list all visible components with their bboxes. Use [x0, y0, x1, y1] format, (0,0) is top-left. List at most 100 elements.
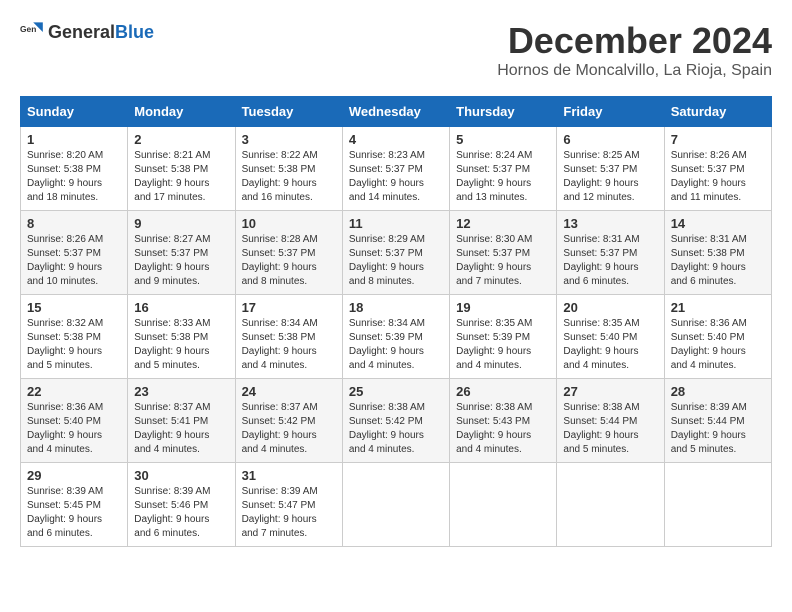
calendar-row: 29 Sunrise: 8:39 AM Sunset: 5:45 PM Dayl…	[21, 463, 772, 547]
day-info: Sunrise: 8:35 AM Sunset: 5:40 PM Dayligh…	[563, 317, 657, 373]
day-number: 31	[242, 468, 336, 483]
day-info: Sunrise: 8:34 AM Sunset: 5:38 PM Dayligh…	[242, 317, 336, 373]
day-number: 12	[456, 216, 550, 231]
day-info: Sunrise: 8:39 AM Sunset: 5:45 PM Dayligh…	[27, 485, 121, 541]
day-info: Sunrise: 8:26 AM Sunset: 5:37 PM Dayligh…	[27, 233, 121, 289]
header-wednesday: Wednesday	[342, 97, 449, 127]
day-info: Sunrise: 8:30 AM Sunset: 5:37 PM Dayligh…	[456, 233, 550, 289]
day-info: Sunrise: 8:39 AM Sunset: 5:44 PM Dayligh…	[671, 401, 765, 457]
calendar-row: 15 Sunrise: 8:32 AM Sunset: 5:38 PM Dayl…	[21, 295, 772, 379]
table-row: 23 Sunrise: 8:37 AM Sunset: 5:41 PM Dayl…	[128, 379, 235, 463]
table-row: 1 Sunrise: 8:20 AM Sunset: 5:38 PM Dayli…	[21, 127, 128, 211]
day-info: Sunrise: 8:35 AM Sunset: 5:39 PM Dayligh…	[456, 317, 550, 373]
table-row: 18 Sunrise: 8:34 AM Sunset: 5:39 PM Dayl…	[342, 295, 449, 379]
day-number: 18	[349, 300, 443, 315]
day-info: Sunrise: 8:31 AM Sunset: 5:37 PM Dayligh…	[563, 233, 657, 289]
calendar-row: 1 Sunrise: 8:20 AM Sunset: 5:38 PM Dayli…	[21, 127, 772, 211]
table-row: 6 Sunrise: 8:25 AM Sunset: 5:37 PM Dayli…	[557, 127, 664, 211]
day-info: Sunrise: 8:24 AM Sunset: 5:37 PM Dayligh…	[456, 149, 550, 205]
table-row: 14 Sunrise: 8:31 AM Sunset: 5:38 PM Dayl…	[664, 211, 771, 295]
day-number: 6	[563, 132, 657, 147]
table-row: 20 Sunrise: 8:35 AM Sunset: 5:40 PM Dayl…	[557, 295, 664, 379]
header-friday: Friday	[557, 97, 664, 127]
day-info: Sunrise: 8:22 AM Sunset: 5:38 PM Dayligh…	[242, 149, 336, 205]
day-info: Sunrise: 8:20 AM Sunset: 5:38 PM Dayligh…	[27, 149, 121, 205]
table-row	[557, 463, 664, 547]
table-row: 30 Sunrise: 8:39 AM Sunset: 5:46 PM Dayl…	[128, 463, 235, 547]
table-row: 29 Sunrise: 8:39 AM Sunset: 5:45 PM Dayl…	[21, 463, 128, 547]
table-row: 22 Sunrise: 8:36 AM Sunset: 5:40 PM Dayl…	[21, 379, 128, 463]
day-info: Sunrise: 8:39 AM Sunset: 5:46 PM Dayligh…	[134, 485, 228, 541]
calendar-row: 22 Sunrise: 8:36 AM Sunset: 5:40 PM Dayl…	[21, 379, 772, 463]
calendar-table: Sunday Monday Tuesday Wednesday Thursday…	[20, 96, 772, 547]
day-number: 7	[671, 132, 765, 147]
day-number: 29	[27, 468, 121, 483]
day-info: Sunrise: 8:32 AM Sunset: 5:38 PM Dayligh…	[27, 317, 121, 373]
header-sunday: Sunday	[21, 97, 128, 127]
table-row: 24 Sunrise: 8:37 AM Sunset: 5:42 PM Dayl…	[235, 379, 342, 463]
day-info: Sunrise: 8:38 AM Sunset: 5:42 PM Dayligh…	[349, 401, 443, 457]
day-info: Sunrise: 8:38 AM Sunset: 5:44 PM Dayligh…	[563, 401, 657, 457]
day-number: 16	[134, 300, 228, 315]
logo-icon: Gen	[20, 20, 44, 44]
table-row: 13 Sunrise: 8:31 AM Sunset: 5:37 PM Dayl…	[557, 211, 664, 295]
table-row	[450, 463, 557, 547]
header-monday: Monday	[128, 97, 235, 127]
day-info: Sunrise: 8:26 AM Sunset: 5:37 PM Dayligh…	[671, 149, 765, 205]
table-row: 9 Sunrise: 8:27 AM Sunset: 5:37 PM Dayli…	[128, 211, 235, 295]
table-row: 31 Sunrise: 8:39 AM Sunset: 5:47 PM Dayl…	[235, 463, 342, 547]
header-saturday: Saturday	[664, 97, 771, 127]
day-info: Sunrise: 8:27 AM Sunset: 5:37 PM Dayligh…	[134, 233, 228, 289]
day-info: Sunrise: 8:28 AM Sunset: 5:37 PM Dayligh…	[242, 233, 336, 289]
title-area: December 2024 Hornos de Moncalvillo, La …	[497, 20, 772, 80]
day-number: 19	[456, 300, 550, 315]
day-info: Sunrise: 8:36 AM Sunset: 5:40 PM Dayligh…	[671, 317, 765, 373]
day-number: 26	[456, 384, 550, 399]
table-row: 27 Sunrise: 8:38 AM Sunset: 5:44 PM Dayl…	[557, 379, 664, 463]
day-number: 11	[349, 216, 443, 231]
day-number: 25	[349, 384, 443, 399]
day-number: 1	[27, 132, 121, 147]
table-row	[342, 463, 449, 547]
day-number: 27	[563, 384, 657, 399]
day-number: 4	[349, 132, 443, 147]
logo-blue-text: Blue	[115, 22, 154, 42]
day-number: 15	[27, 300, 121, 315]
table-row: 25 Sunrise: 8:38 AM Sunset: 5:42 PM Dayl…	[342, 379, 449, 463]
day-number: 3	[242, 132, 336, 147]
day-number: 22	[27, 384, 121, 399]
header: Gen GeneralBlue December 2024 Hornos de …	[20, 20, 772, 80]
day-number: 17	[242, 300, 336, 315]
calendar-row: 8 Sunrise: 8:26 AM Sunset: 5:37 PM Dayli…	[21, 211, 772, 295]
day-info: Sunrise: 8:37 AM Sunset: 5:42 PM Dayligh…	[242, 401, 336, 457]
table-row: 10 Sunrise: 8:28 AM Sunset: 5:37 PM Dayl…	[235, 211, 342, 295]
day-number: 23	[134, 384, 228, 399]
table-row: 5 Sunrise: 8:24 AM Sunset: 5:37 PM Dayli…	[450, 127, 557, 211]
table-row: 3 Sunrise: 8:22 AM Sunset: 5:38 PM Dayli…	[235, 127, 342, 211]
table-row: 28 Sunrise: 8:39 AM Sunset: 5:44 PM Dayl…	[664, 379, 771, 463]
day-info: Sunrise: 8:23 AM Sunset: 5:37 PM Dayligh…	[349, 149, 443, 205]
table-row: 15 Sunrise: 8:32 AM Sunset: 5:38 PM Dayl…	[21, 295, 128, 379]
table-row: 16 Sunrise: 8:33 AM Sunset: 5:38 PM Dayl…	[128, 295, 235, 379]
location-title: Hornos de Moncalvillo, La Rioja, Spain	[497, 62, 772, 80]
day-info: Sunrise: 8:36 AM Sunset: 5:40 PM Dayligh…	[27, 401, 121, 457]
table-row: 26 Sunrise: 8:38 AM Sunset: 5:43 PM Dayl…	[450, 379, 557, 463]
header-thursday: Thursday	[450, 97, 557, 127]
table-row: 12 Sunrise: 8:30 AM Sunset: 5:37 PM Dayl…	[450, 211, 557, 295]
day-info: Sunrise: 8:39 AM Sunset: 5:47 PM Dayligh…	[242, 485, 336, 541]
table-row: 21 Sunrise: 8:36 AM Sunset: 5:40 PM Dayl…	[664, 295, 771, 379]
day-number: 13	[563, 216, 657, 231]
day-info: Sunrise: 8:31 AM Sunset: 5:38 PM Dayligh…	[671, 233, 765, 289]
day-info: Sunrise: 8:21 AM Sunset: 5:38 PM Dayligh…	[134, 149, 228, 205]
table-row: 8 Sunrise: 8:26 AM Sunset: 5:37 PM Dayli…	[21, 211, 128, 295]
day-number: 2	[134, 132, 228, 147]
table-row: 11 Sunrise: 8:29 AM Sunset: 5:37 PM Dayl…	[342, 211, 449, 295]
month-title: December 2024	[497, 20, 772, 62]
header-tuesday: Tuesday	[235, 97, 342, 127]
table-row: 4 Sunrise: 8:23 AM Sunset: 5:37 PM Dayli…	[342, 127, 449, 211]
day-info: Sunrise: 8:25 AM Sunset: 5:37 PM Dayligh…	[563, 149, 657, 205]
table-row: 7 Sunrise: 8:26 AM Sunset: 5:37 PM Dayli…	[664, 127, 771, 211]
day-number: 14	[671, 216, 765, 231]
day-number: 8	[27, 216, 121, 231]
table-row: 2 Sunrise: 8:21 AM Sunset: 5:38 PM Dayli…	[128, 127, 235, 211]
